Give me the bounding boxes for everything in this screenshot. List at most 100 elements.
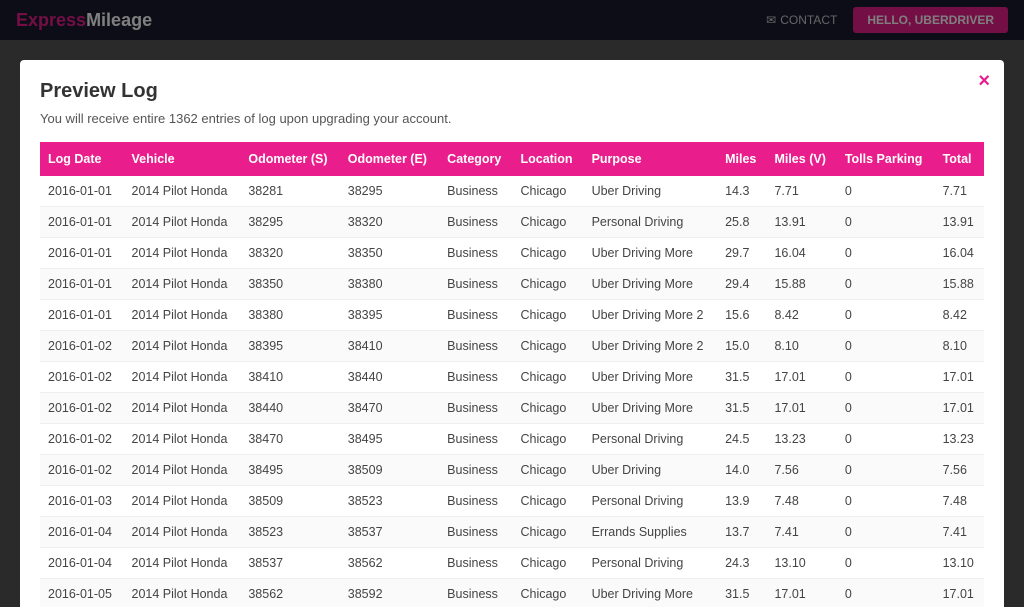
cell-r10-c7: 13.9	[717, 486, 766, 517]
cell-r6-c6: Uber Driving More	[584, 362, 718, 393]
cell-r6-c10: 17.01	[935, 362, 984, 393]
cell-r11-c6: Errands Supplies	[584, 517, 718, 548]
cell-r0-c4: Business	[439, 176, 512, 207]
col-header-category: Category	[439, 142, 512, 176]
cell-r7-c6: Uber Driving More	[584, 393, 718, 424]
cell-r9-c8: 7.56	[766, 455, 836, 486]
cell-r13-c6: Uber Driving More	[584, 579, 718, 607]
cell-r4-c5: Chicago	[512, 300, 583, 331]
cell-r8-c0: 2016-01-02	[40, 424, 124, 455]
cell-r2-c2: 38320	[240, 238, 339, 269]
table-row: 2016-01-012014 Pilot Honda3828138295Busi…	[40, 176, 984, 207]
cell-r9-c0: 2016-01-02	[40, 455, 124, 486]
cell-r8-c4: Business	[439, 424, 512, 455]
cell-r12-c4: Business	[439, 548, 512, 579]
cell-r12-c8: 13.10	[766, 548, 836, 579]
cell-r4-c8: 8.42	[766, 300, 836, 331]
cell-r6-c9: 0	[837, 362, 935, 393]
cell-r8-c9: 0	[837, 424, 935, 455]
cell-r10-c5: Chicago	[512, 486, 583, 517]
cell-r10-c9: 0	[837, 486, 935, 517]
cell-r2-c3: 38350	[340, 238, 439, 269]
cell-r5-c3: 38410	[340, 331, 439, 362]
cell-r4-c1: 2014 Pilot Honda	[124, 300, 241, 331]
col-header-miles--v-: Miles (V)	[766, 142, 836, 176]
cell-r7-c0: 2016-01-02	[40, 393, 124, 424]
cell-r0-c0: 2016-01-01	[40, 176, 124, 207]
cell-r6-c7: 31.5	[717, 362, 766, 393]
cell-r7-c4: Business	[439, 393, 512, 424]
cell-r5-c5: Chicago	[512, 331, 583, 362]
cell-r4-c6: Uber Driving More 2	[584, 300, 718, 331]
cell-r11-c10: 7.41	[935, 517, 984, 548]
col-header-total: Total	[935, 142, 984, 176]
cell-r1-c4: Business	[439, 207, 512, 238]
cell-r3-c9: 0	[837, 269, 935, 300]
cell-r12-c10: 13.10	[935, 548, 984, 579]
col-header-vehicle: Vehicle	[124, 142, 241, 176]
close-button[interactable]: ×	[978, 70, 990, 93]
cell-r9-c10: 7.56	[935, 455, 984, 486]
cell-r7-c8: 17.01	[766, 393, 836, 424]
cell-r12-c5: Chicago	[512, 548, 583, 579]
cell-r1-c2: 38295	[240, 207, 339, 238]
cell-r6-c3: 38440	[340, 362, 439, 393]
cell-r5-c10: 8.10	[935, 331, 984, 362]
cell-r2-c8: 16.04	[766, 238, 836, 269]
cell-r4-c2: 38380	[240, 300, 339, 331]
cell-r9-c4: Business	[439, 455, 512, 486]
cell-r13-c4: Business	[439, 579, 512, 607]
col-header-log-date: Log Date	[40, 142, 124, 176]
cell-r10-c2: 38509	[240, 486, 339, 517]
table-header-row: Log DateVehicleOdometer (S)Odometer (E)C…	[40, 142, 984, 176]
cell-r2-c7: 29.7	[717, 238, 766, 269]
cell-r2-c6: Uber Driving More	[584, 238, 718, 269]
cell-r9-c7: 14.0	[717, 455, 766, 486]
cell-r3-c10: 15.88	[935, 269, 984, 300]
cell-r4-c4: Business	[439, 300, 512, 331]
cell-r12-c3: 38562	[340, 548, 439, 579]
cell-r3-c0: 2016-01-01	[40, 269, 124, 300]
cell-r1-c3: 38320	[340, 207, 439, 238]
cell-r4-c3: 38395	[340, 300, 439, 331]
cell-r10-c6: Personal Driving	[584, 486, 718, 517]
cell-r3-c3: 38380	[340, 269, 439, 300]
cell-r0-c5: Chicago	[512, 176, 583, 207]
cell-r12-c2: 38537	[240, 548, 339, 579]
table-row: 2016-01-012014 Pilot Honda3835038380Busi…	[40, 269, 984, 300]
cell-r2-c9: 0	[837, 238, 935, 269]
cell-r11-c5: Chicago	[512, 517, 583, 548]
cell-r11-c9: 0	[837, 517, 935, 548]
cell-r13-c9: 0	[837, 579, 935, 607]
cell-r12-c7: 24.3	[717, 548, 766, 579]
cell-r13-c3: 38592	[340, 579, 439, 607]
cell-r13-c5: Chicago	[512, 579, 583, 607]
col-header-odometer--e-: Odometer (E)	[340, 142, 439, 176]
cell-r1-c0: 2016-01-01	[40, 207, 124, 238]
table-row: 2016-01-012014 Pilot Honda3832038350Busi…	[40, 238, 984, 269]
cell-r6-c1: 2014 Pilot Honda	[124, 362, 241, 393]
cell-r4-c0: 2016-01-01	[40, 300, 124, 331]
cell-r7-c9: 0	[837, 393, 935, 424]
cell-r11-c2: 38523	[240, 517, 339, 548]
cell-r1-c7: 25.8	[717, 207, 766, 238]
cell-r0-c6: Uber Driving	[584, 176, 718, 207]
col-header-miles: Miles	[717, 142, 766, 176]
table-row: 2016-01-042014 Pilot Honda3852338537Busi…	[40, 517, 984, 548]
cell-r13-c7: 31.5	[717, 579, 766, 607]
cell-r13-c8: 17.01	[766, 579, 836, 607]
log-table-wrapper[interactable]: Log DateVehicleOdometer (S)Odometer (E)C…	[40, 142, 984, 607]
cell-r10-c10: 7.48	[935, 486, 984, 517]
table-row: 2016-01-022014 Pilot Honda3849538509Busi…	[40, 455, 984, 486]
table-row: 2016-01-032014 Pilot Honda3850938523Busi…	[40, 486, 984, 517]
cell-r11-c0: 2016-01-04	[40, 517, 124, 548]
cell-r7-c10: 17.01	[935, 393, 984, 424]
cell-r12-c1: 2014 Pilot Honda	[124, 548, 241, 579]
cell-r5-c7: 15.0	[717, 331, 766, 362]
cell-r6-c5: Chicago	[512, 362, 583, 393]
cell-r7-c5: Chicago	[512, 393, 583, 424]
cell-r3-c6: Uber Driving More	[584, 269, 718, 300]
cell-r3-c7: 29.4	[717, 269, 766, 300]
cell-r11-c4: Business	[439, 517, 512, 548]
cell-r6-c0: 2016-01-02	[40, 362, 124, 393]
